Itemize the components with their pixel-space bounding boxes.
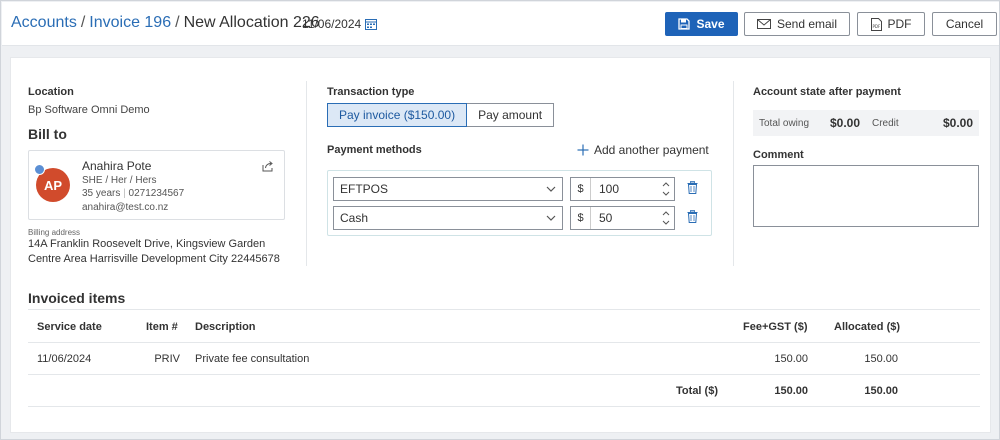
chevron-down-icon [546,215,556,221]
currency-symbol: $ [571,178,591,200]
send-email-label: Send email [776,17,838,31]
svg-text:PDF: PDF [872,24,880,29]
add-payment-label: Add another payment [594,143,709,157]
payment-amount-value: 100 [599,182,620,196]
breadcrumb-separator: / [175,14,180,31]
payment-methods-label: Payment methods [327,144,422,156]
cancel-button[interactable]: Cancel [932,12,997,36]
comment-label: Comment [753,149,804,161]
credit-value: $0.00 [943,116,974,130]
allocation-panel: Location Bp Software Omni Demo Bill to A… [10,57,991,433]
chevron-down-icon [546,186,556,192]
patient-phone: 0271234567 [128,188,185,199]
invoiced-items-title: Invoiced items [28,290,126,306]
patient-name: Anahira Pote [82,159,152,173]
account-state-summary: Total owing $0.00 Credit $0.00 [753,110,979,136]
bill-to-title: Bill to [28,126,67,142]
pay-amount-option[interactable]: Pay amount [467,103,555,127]
plus-icon [577,144,589,156]
table-total-row: Total ($) 150.00 150.00 [28,375,980,407]
pdf-icon: PDF [870,17,882,31]
save-icon [678,18,691,30]
date-picker[interactable]: 11/06/2024 [302,17,378,31]
breadcrumb: Accounts / Invoice 196/New Allocation 226 [11,14,320,32]
cell-service-date: 11/06/2024 [37,353,92,365]
patient-pronouns: SHE / Her / Hers [82,175,157,186]
page-title: New Allocation 226 [183,14,320,31]
column-divider [733,81,734,266]
billing-address-line2: Centre Area Harrisville Development City… [28,253,280,265]
payment-methods-box: EFTPOS $ 100 Cash $ 50 [327,170,712,236]
column-divider [306,81,307,266]
column-header-item: Item # [146,321,178,333]
pdf-button[interactable]: PDF PDF [857,12,925,36]
breadcrumb-accounts[interactable]: Accounts [11,14,77,31]
cell-description: Private fee consultation [195,353,310,365]
patient-card[interactable]: AP Anahira Pote SHE / Her / Hers 35 year… [28,150,285,220]
date-value: 11/06/2024 [302,17,362,31]
currency-symbol: $ [571,207,591,229]
billing-address-label: Billing address [28,228,81,237]
location-value: Bp Software Omni Demo [28,104,150,116]
billing-address-line1: 14A Franklin Roosevelt Drive, Kingsview … [28,238,266,250]
payment-amount-input-1[interactable]: $ 100 [570,177,675,201]
add-payment-button[interactable]: Add another payment [577,143,709,157]
account-state-title: Account state after payment [753,86,901,98]
total-label: Total ($) [676,385,718,397]
location-label: Location [28,86,74,98]
total-allocated: 150.00 [864,385,898,397]
payment-amount-value: 50 [599,211,613,225]
share-icon[interactable] [262,160,274,172]
payment-method-select-1[interactable]: EFTPOS [333,177,563,201]
patient-email: anahira@test.co.nz [82,202,169,213]
send-email-button[interactable]: Send email [744,12,850,36]
save-button[interactable]: Save [665,12,738,36]
total-fee: 150.00 [774,385,808,397]
patient-age: 35 years [82,188,121,199]
cell-item: PRIV [154,353,180,365]
app-frame: Accounts / Invoice 196/New Allocation 226 … [0,0,1000,440]
column-header-fee: Fee+GST ($) [743,321,808,333]
status-dot [34,164,45,175]
payment-amount-input-2[interactable]: $ 50 [570,206,675,230]
trash-icon[interactable] [687,181,698,194]
total-owing-label: Total owing [759,118,810,129]
breadcrumb-invoice[interactable]: Invoice 196 [89,14,171,31]
calendar-icon[interactable] [365,18,378,30]
cancel-label: Cancel [945,17,984,31]
stepper-icon[interactable] [662,180,670,198]
trash-icon[interactable] [687,210,698,223]
stepper-icon[interactable] [662,209,670,227]
cell-fee: 150.00 [774,353,808,365]
column-header-allocated: Allocated ($) [834,321,901,333]
total-owing-value: $0.00 [830,116,861,130]
envelope-icon [756,19,771,29]
breadcrumb-separator: / [80,14,86,31]
credit-label: Credit [872,118,899,129]
column-header-description: Description [195,321,256,333]
page-header: Accounts / Invoice 196/New Allocation 226 … [2,2,999,46]
save-button-label: Save [696,17,725,31]
transaction-type-toggle: Pay invoice ($150.00) Pay amount [327,103,555,127]
pay-invoice-option[interactable]: Pay invoice ($150.00) [327,103,468,127]
pdf-label: PDF [887,17,912,31]
table-header: Service date Item # Description Fee+GST … [28,309,980,343]
column-header-service-date: Service date [37,321,102,333]
payment-method-value: EFTPOS [340,182,389,196]
patient-age-phone: 35 years | 0271234567 [82,188,185,199]
table-row: 11/06/2024 PRIV Private fee consultation… [28,343,980,375]
payment-method-select-2[interactable]: Cash [333,206,563,230]
transaction-type-label: Transaction type [327,86,415,98]
comment-input[interactable] [753,165,979,227]
payment-method-value: Cash [340,211,369,225]
cell-allocated: 150.00 [864,353,898,365]
